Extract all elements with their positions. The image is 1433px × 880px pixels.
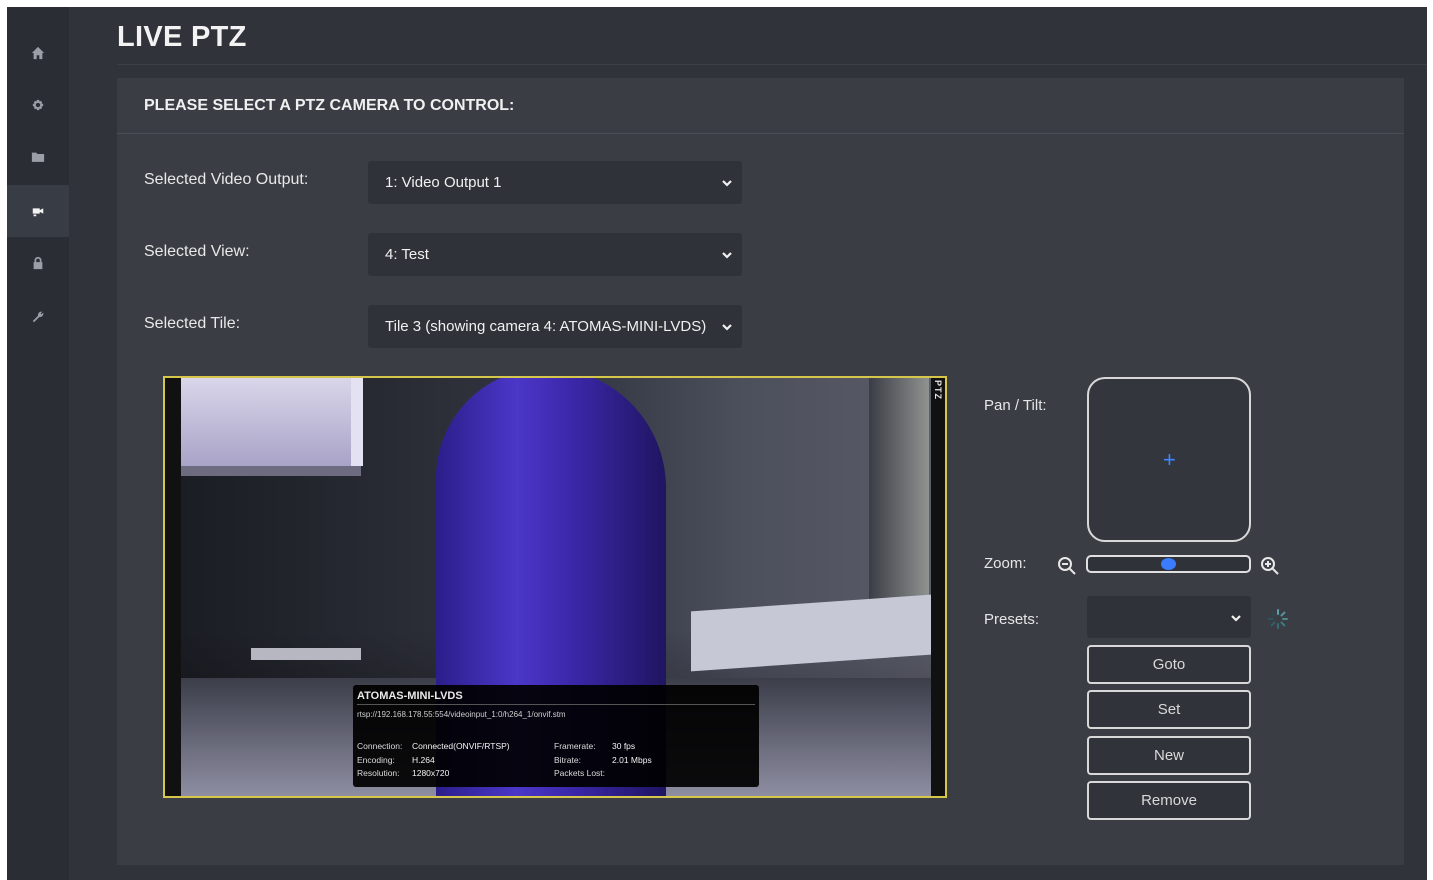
sidebar-item-settings[interactable] bbox=[7, 79, 69, 131]
zoom-label: Zoom: bbox=[984, 555, 1027, 572]
new-preset-button[interactable]: New bbox=[1087, 736, 1251, 775]
bitrate-label: Bitrate: bbox=[554, 755, 581, 765]
tile-select[interactable]: Tile 3 (showing camera 4: ATOMAS-MINI-LV… bbox=[368, 305, 742, 348]
bitrate-value: 2.01 Mbps bbox=[612, 755, 652, 765]
zoom-in-icon[interactable] bbox=[1260, 556, 1280, 576]
zoom-slider-thumb[interactable] bbox=[1161, 558, 1176, 570]
tile-value: Tile 3 (showing camera 4: ATOMAS-MINI-LV… bbox=[385, 318, 707, 335]
view-label: Selected View: bbox=[144, 243, 250, 260]
panel-header: PLEASE SELECT A PTZ CAMERA TO CONTROL: bbox=[117, 78, 1404, 134]
chevron-down-icon bbox=[1230, 611, 1242, 629]
folder-icon bbox=[31, 152, 45, 162]
crosshair-icon: + bbox=[1163, 447, 1176, 472]
pan-tilt-pad[interactable]: + bbox=[1087, 377, 1251, 542]
page-title: LIVE PTZ bbox=[117, 21, 247, 53]
stream-info-overlay: ATOMAS-MINI-LVDS rtsp://192.168.178.55:5… bbox=[353, 685, 759, 787]
lock-icon bbox=[33, 256, 43, 270]
chevron-down-icon bbox=[721, 320, 733, 332]
remove-preset-button[interactable]: Remove bbox=[1087, 781, 1251, 820]
zoom-out-icon[interactable] bbox=[1057, 556, 1077, 576]
camera-name: ATOMAS-MINI-LVDS bbox=[357, 690, 463, 702]
loading-spinner-icon bbox=[1267, 608, 1289, 630]
chevron-down-icon bbox=[721, 176, 733, 188]
zoom-slider[interactable] bbox=[1086, 555, 1251, 573]
ptz-panel: PLEASE SELECT A PTZ CAMERA TO CONTROL: S… bbox=[117, 78, 1404, 865]
set-preset-button[interactable]: Set bbox=[1087, 690, 1251, 729]
framerate-value: 30 fps bbox=[612, 741, 636, 751]
sidebar-item-tools[interactable] bbox=[7, 291, 69, 343]
chevron-down-icon bbox=[721, 248, 733, 260]
encoding-label: Encoding: bbox=[357, 755, 395, 765]
framerate-label: Framerate: bbox=[554, 741, 596, 751]
sidebar-item-files[interactable] bbox=[7, 131, 69, 183]
connection-label: Connection: bbox=[357, 741, 403, 751]
home-icon bbox=[31, 46, 45, 60]
video-output-label: Selected Video Output: bbox=[144, 171, 309, 188]
tile-label: Selected Tile: bbox=[144, 315, 241, 332]
sidebar-item-ptz[interactable] bbox=[7, 185, 69, 237]
camera-icon bbox=[32, 208, 44, 217]
presets-select[interactable] bbox=[1087, 596, 1251, 638]
title-divider bbox=[117, 64, 1427, 65]
pan-tilt-label: Pan / Tilt: bbox=[984, 397, 1047, 414]
camera-video-feed[interactable]: PTZ ATOMAS-MINI-LVDS rtsp://192.168.178.… bbox=[163, 376, 947, 798]
panel-heading: PLEASE SELECT A PTZ CAMERA TO CONTROL: bbox=[144, 97, 515, 114]
stream-url: rtsp://192.168.178.55:554/videoinput_1:0… bbox=[357, 710, 566, 719]
sidebar bbox=[7, 7, 69, 880]
wrench-icon bbox=[32, 311, 44, 323]
app-window: LIVE PTZ PLEASE SELECT A PTZ CAMERA TO C… bbox=[7, 7, 1427, 880]
view-value: 4: Test bbox=[385, 246, 429, 263]
video-output-value: 1: Video Output 1 bbox=[385, 174, 502, 191]
view-select[interactable]: 4: Test bbox=[368, 233, 742, 276]
connection-value: Connected(ONVIF/RTSP) bbox=[412, 741, 510, 751]
goto-preset-button[interactable]: Goto bbox=[1087, 645, 1251, 684]
sidebar-item-security[interactable] bbox=[7, 237, 69, 289]
encoding-value: H.264 bbox=[412, 755, 435, 765]
resolution-value: 1280x720 bbox=[412, 768, 450, 778]
packets-lost-label: Packets Lost: bbox=[554, 768, 606, 778]
sidebar-item-home[interactable] bbox=[7, 27, 69, 79]
ptz-badge: PTZ bbox=[933, 380, 943, 400]
presets-label: Presets: bbox=[984, 611, 1040, 628]
resolution-label: Resolution: bbox=[357, 768, 400, 778]
gear-icon bbox=[32, 99, 44, 111]
video-output-select[interactable]: 1: Video Output 1 bbox=[368, 161, 742, 204]
